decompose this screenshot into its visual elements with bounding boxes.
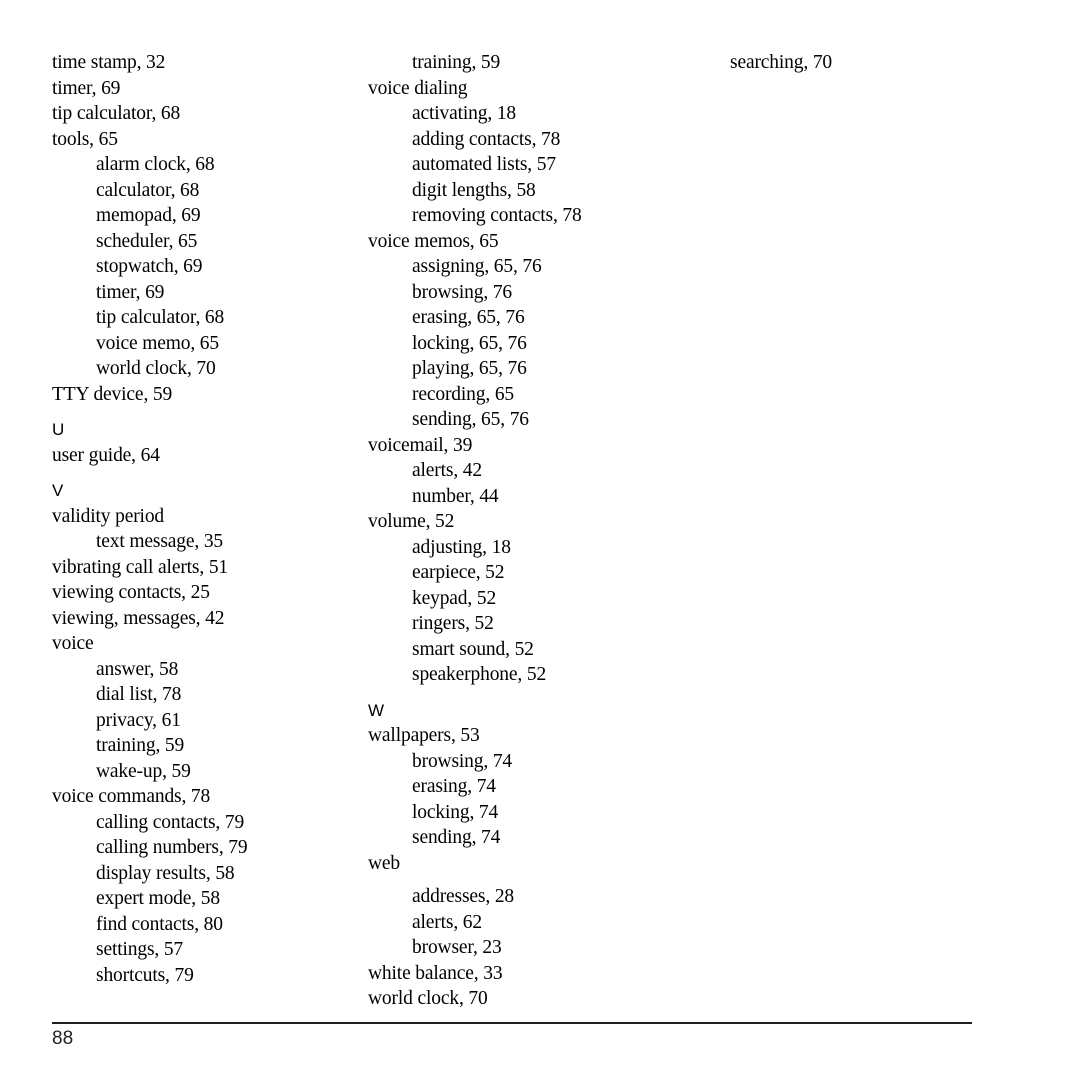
index-entry-main: white balance, 33	[368, 962, 503, 984]
index-entry-sub: adding contacts, 78	[412, 128, 561, 150]
index-entry-main: validity period	[52, 505, 165, 527]
index-entry-main: voicemail, 39	[368, 434, 473, 456]
index-entry-sub: display results, 58	[96, 862, 235, 884]
index-column-2: training, 59 voice dialing activating, 18 a…	[368, 50, 668, 1012]
index-entry-sub: stopwatch, 69	[96, 256, 203, 277]
index-entry-sub: activating, 18	[412, 103, 517, 124]
index-entry-sub: assigning, 65, 76	[412, 256, 542, 277]
index-column-3: searching, 70	[686, 50, 986, 76]
index-entry-sub: locking, 65, 76	[412, 332, 527, 354]
index-entry-sub: training, 59	[412, 52, 501, 73]
index-entry-main: user guide, 64	[52, 444, 160, 466]
index-section-letter: V	[52, 481, 64, 500]
index-entry-main: voice memos, 65	[368, 230, 499, 252]
index-entry-sub: calling numbers, 79	[96, 837, 248, 858]
footer-divider	[52, 1022, 972, 1024]
index-entry-sub: browsing, 76	[412, 281, 513, 303]
index-entry-sub: erasing, 65, 76	[412, 307, 525, 328]
index-entry-main: voice	[52, 633, 94, 654]
index-entry-main: voice commands, 78	[52, 786, 211, 807]
index-entry-sub: alerts, 42	[412, 460, 482, 481]
index-entry-main: vibrating call alerts, 51	[52, 556, 229, 578]
index-entry-sub: keypad, 52	[412, 587, 497, 609]
index-entry-sub: earpiece, 52	[412, 562, 505, 583]
index-entry-sub: wake-up, 59	[96, 760, 191, 782]
index-entry-sub: alarm clock, 68	[96, 154, 215, 175]
index-entry-main: voice dialing	[368, 77, 468, 99]
index-entry-main: viewing contacts, 25	[52, 582, 210, 603]
index-entry-sub: speakerphone, 52	[412, 664, 547, 685]
index-entry-sub: training, 59	[96, 735, 185, 756]
index-entry-sub: settings, 57	[96, 939, 184, 960]
index-entry-sub: playing, 65, 76	[412, 358, 527, 379]
index-entry-sub: ringers, 52	[412, 613, 494, 634]
index-entry-sub: shortcuts, 79	[96, 964, 194, 986]
index-entry-sub: dial list, 78	[96, 684, 182, 705]
index-entry-sub: calculator, 68	[96, 179, 200, 201]
index-entry-sub: answer, 58	[96, 658, 179, 680]
index-entry-sub: locking, 74	[412, 801, 499, 823]
index-entry-main: viewing, messages, 42	[52, 607, 225, 629]
index-entry-main: tools, 65	[52, 128, 118, 150]
index-entry-sub: number, 44	[412, 485, 499, 507]
page-number: 88	[52, 1028, 74, 1049]
index-entry-sub: expert mode, 58	[96, 888, 220, 909]
index-entry-sub: voice memo, 65	[96, 332, 219, 354]
index-entry-sub: world clock, 70	[96, 358, 216, 379]
index-entry-sub: timer, 69	[96, 281, 165, 303]
index-entry-main: wallpapers, 53	[368, 725, 480, 746]
index-entry-sub: sending, 74	[412, 827, 501, 848]
index-entry-sub: memopad, 69	[96, 205, 201, 226]
index-entry-sub: browser, 23	[412, 937, 502, 958]
index-entry-sub: removing contacts, 78	[412, 205, 582, 226]
index-entry-sub: automated lists, 57	[412, 154, 556, 175]
index-column-1: time stamp, 32 timer, 69 tip calculator, 6…	[52, 50, 352, 988]
index-section-letter: U	[52, 420, 65, 439]
index-page: time stamp, 32 timer, 69 tip calculator, 6…	[0, 0, 1080, 1080]
index-entry-main: web	[368, 852, 401, 874]
index-entry-sub: browsing, 74	[412, 750, 513, 772]
index-entry-sub: tip calculator, 68	[96, 307, 225, 328]
index-entry-sub: scheduler, 65	[96, 230, 198, 252]
index-entry-sub: smart sound, 52	[412, 638, 534, 660]
index-entry-main: timer, 69	[52, 77, 121, 99]
index-entry-main: tip calculator, 68	[52, 103, 181, 124]
index-entry-main: volume, 52	[368, 511, 455, 532]
index-entry-sub: alerts, 62	[412, 911, 482, 933]
index-entry-sub: addresses, 28	[412, 886, 515, 907]
index-entry-sub: sending, 65, 76	[412, 409, 529, 430]
index-entry-sub: erasing, 74	[412, 776, 496, 797]
index-entry-sub: digit lengths, 58	[412, 179, 536, 201]
index-entry-main: time stamp, 32	[52, 52, 166, 73]
index-entry-main: world clock, 70	[368, 988, 488, 1009]
index-entry-sub: recording, 65	[412, 383, 515, 405]
index-entry-sub: privacy, 61	[96, 709, 181, 731]
index-entry-main: TTY device, 59	[52, 383, 173, 405]
index-section-letter: W	[368, 700, 385, 720]
index-entry-sub: adjusting, 18	[412, 536, 511, 558]
index-entry-sub: find contacts, 80	[96, 913, 223, 935]
index-entry-sub: searching, 70	[730, 52, 833, 73]
index-entry-sub: calling contacts, 79	[96, 811, 245, 833]
index-entry-sub: text message, 35	[96, 531, 224, 552]
